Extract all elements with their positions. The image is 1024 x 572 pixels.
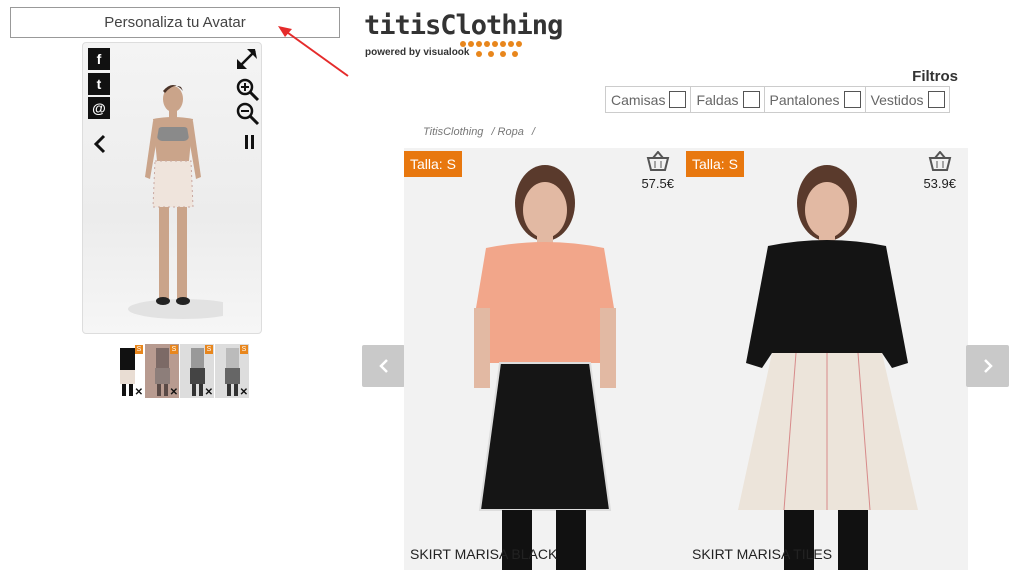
basket-icon[interactable] <box>928 150 952 171</box>
breadcrumb: TitisClothing / Ropa / <box>423 126 543 138</box>
filter-label: Camisas <box>611 91 666 108</box>
outfit-thumb[interactable]: S ✕ <box>145 344 180 398</box>
add-to-cart[interactable]: 53.9€ <box>923 150 956 191</box>
zoom-out-icon[interactable] <box>235 101 261 127</box>
filter-checkbox[interactable] <box>669 91 687 108</box>
breadcrumb-separator: / <box>531 126 535 138</box>
size-badge: Talla: S <box>686 151 744 177</box>
product-image <box>686 148 968 570</box>
outfit-thumbnails: S ✕ S ✕ S ✕ S ✕ <box>110 344 250 398</box>
size-badge: Talla: S <box>404 151 462 177</box>
remove-outfit-icon[interactable]: ✕ <box>170 387 178 398</box>
product-image <box>404 148 686 570</box>
product-card[interactable]: Talla: S 57.5€ SKIRT MARISA BLACK <box>404 148 686 570</box>
filter-checkbox[interactable] <box>742 91 760 108</box>
facebook-icon[interactable]: f <box>88 48 110 70</box>
product-price: 57.5€ <box>641 176 674 191</box>
remove-outfit-icon[interactable]: ✕ <box>240 387 248 398</box>
chevron-left-icon <box>378 359 388 373</box>
product-name[interactable]: SKIRT MARISA TILES <box>692 546 832 562</box>
filter-faldas[interactable]: Faldas <box>691 87 765 112</box>
filter-checkbox[interactable] <box>843 91 861 108</box>
logo-dots <box>460 41 522 57</box>
back-icon[interactable] <box>93 133 107 155</box>
brand-logo[interactable]: titisClothing powered by visualook <box>364 10 563 58</box>
breadcrumb-item[interactable]: TitisClothing <box>423 126 483 138</box>
product-card[interactable]: Talla: S 53.9€ SKIRT MARISA TILES <box>686 148 968 570</box>
size-badge: S <box>240 345 248 354</box>
logo-tagline: powered by visualook <box>365 47 470 58</box>
outfit-thumb[interactable]: S ✕ <box>110 344 145 398</box>
email-icon[interactable]: @ <box>88 97 110 119</box>
chevron-right-icon <box>983 359 993 373</box>
filter-vestidos[interactable]: Vestidos <box>866 87 949 112</box>
prev-button[interactable] <box>362 345 405 387</box>
filters-title: Filtros <box>912 68 958 85</box>
zoom-in-icon[interactable] <box>235 77 261 103</box>
remove-outfit-icon[interactable]: ✕ <box>135 387 143 398</box>
twitter-icon[interactable]: t <box>88 73 110 95</box>
outfit-thumb[interactable]: S ✕ <box>180 344 215 398</box>
filter-pantalones[interactable]: Pantalones <box>765 87 866 112</box>
pause-icon[interactable] <box>244 134 256 150</box>
next-button[interactable] <box>966 345 1009 387</box>
size-badge: S <box>170 345 178 354</box>
expand-icon[interactable] <box>235 47 259 71</box>
avatar-figure <box>128 85 223 319</box>
basket-icon[interactable] <box>646 150 670 171</box>
annotation-arrow <box>278 26 349 77</box>
filter-checkbox[interactable] <box>927 91 945 108</box>
add-to-cart[interactable]: 57.5€ <box>641 150 674 191</box>
remove-outfit-icon[interactable]: ✕ <box>205 387 213 398</box>
filter-camisas[interactable]: Camisas <box>606 87 692 112</box>
filter-label: Pantalones <box>769 91 840 108</box>
outfit-thumb[interactable]: S ✕ <box>215 344 250 398</box>
logo-title: titisClothing <box>364 10 563 41</box>
breadcrumb-item[interactable]: / Ropa <box>491 126 523 138</box>
avatar-viewer[interactable]: f t @ <box>82 42 262 334</box>
size-badge: S <box>135 345 143 354</box>
size-badge: S <box>205 345 213 354</box>
product-price: 53.9€ <box>923 176 956 191</box>
filter-bar: Camisas Faldas Pantalones Vestidos <box>605 86 950 113</box>
product-name[interactable]: SKIRT MARISA BLACK <box>410 546 557 562</box>
filter-label: Faldas <box>696 91 739 108</box>
filter-label: Vestidos <box>870 91 924 108</box>
